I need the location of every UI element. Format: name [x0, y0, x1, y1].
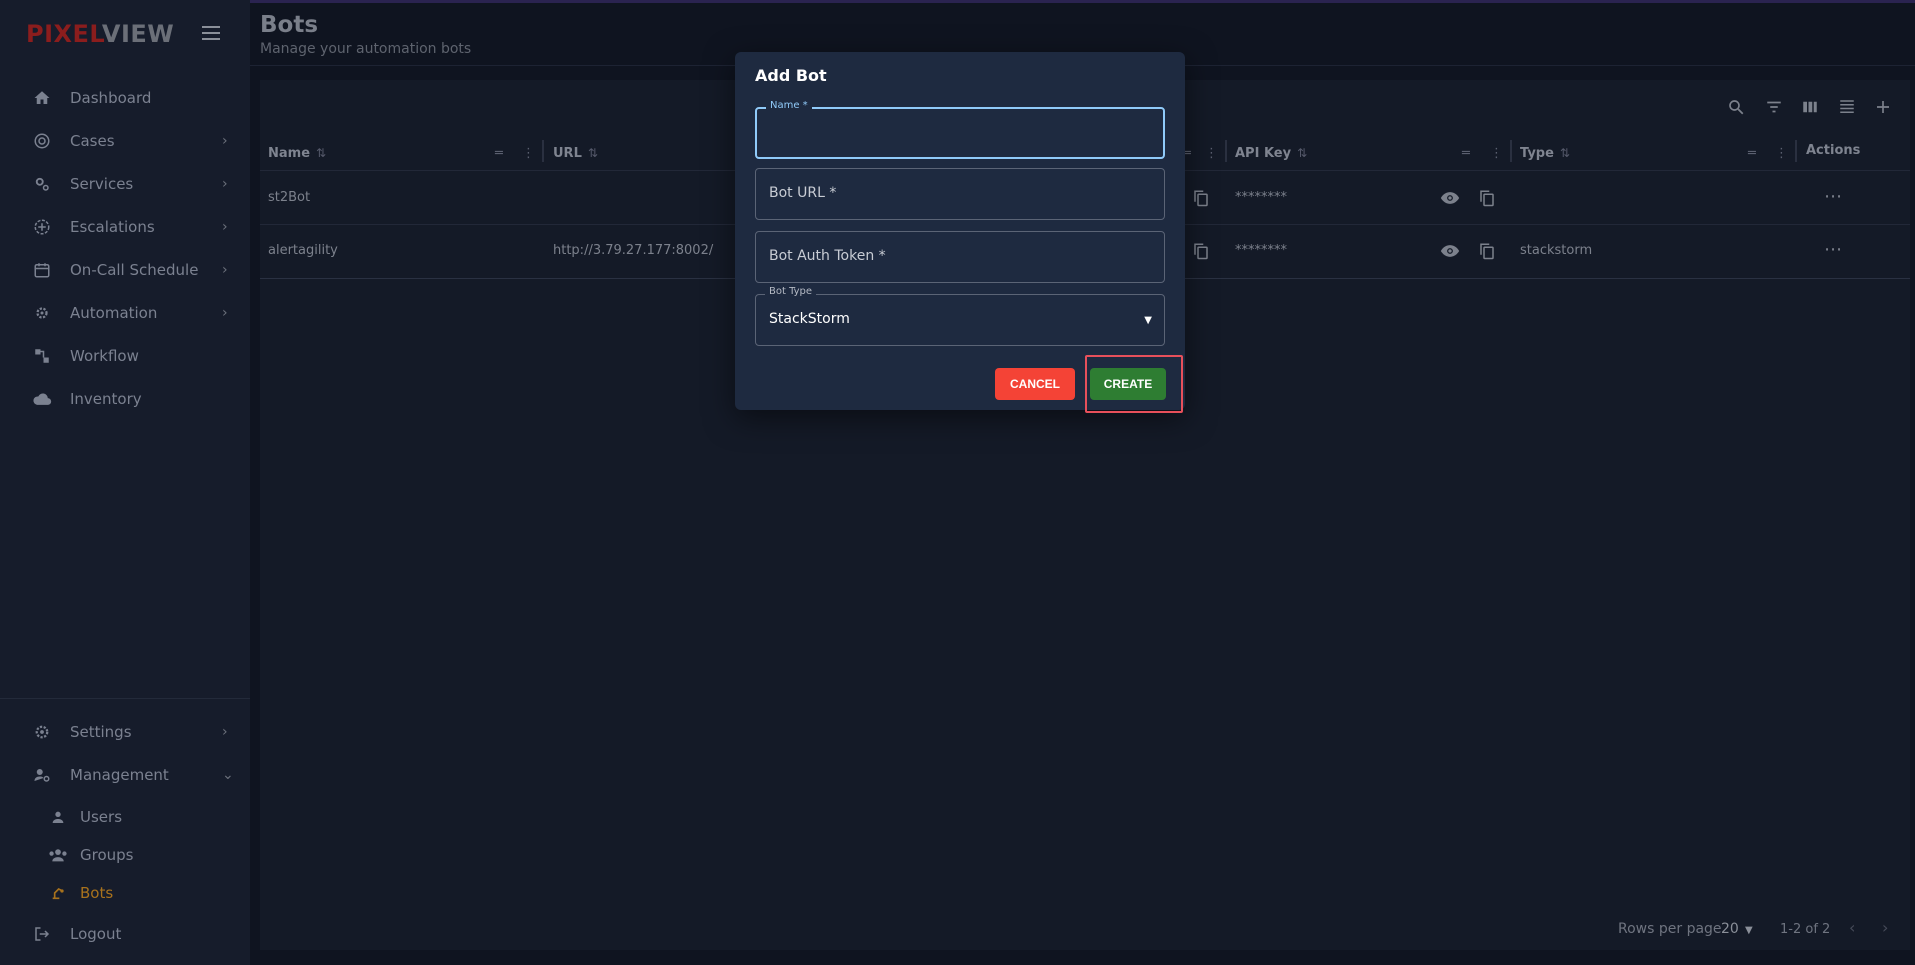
- bot-type-select[interactable]: Bot Type StackStorm ▼: [755, 286, 1165, 346]
- bot-url-placeholder: Bot URL *: [769, 185, 837, 201]
- dialog-title: Add Bot: [755, 66, 827, 85]
- bot-name-field[interactable]: Name *: [755, 100, 1165, 159]
- bot-auth-token-placeholder: Bot Auth Token *: [769, 248, 886, 264]
- bot-type-label: Bot Type: [765, 286, 817, 297]
- bot-auth-token-field[interactable]: Bot Auth Token *: [755, 231, 1165, 283]
- caret-down-icon: ▼: [1144, 315, 1152, 326]
- bot-url-field[interactable]: Bot URL *: [755, 168, 1165, 220]
- cancel-button[interactable]: CANCEL: [995, 368, 1075, 400]
- name-field-label: Name *: [766, 100, 812, 111]
- create-button-highlight: [1085, 355, 1183, 413]
- bot-type-value: StackStorm: [769, 311, 850, 327]
